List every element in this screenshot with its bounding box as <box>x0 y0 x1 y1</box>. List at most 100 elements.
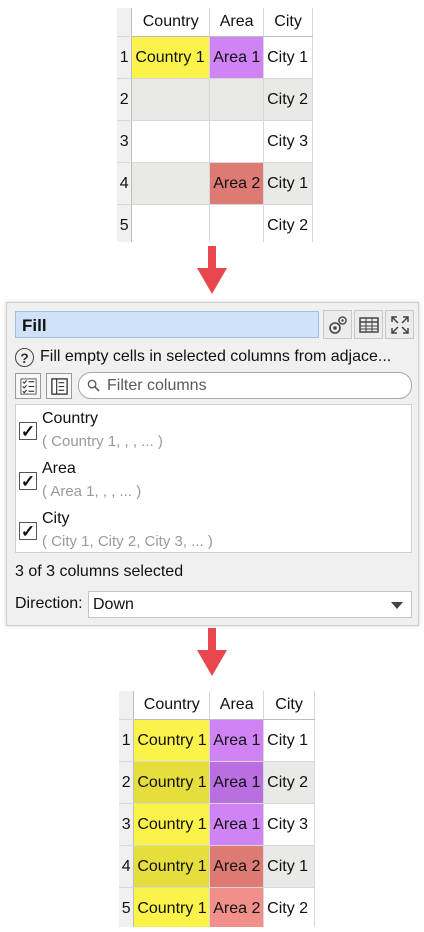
fill-dialog: Fill ? Fill empty cells in selected colu… <box>6 302 419 626</box>
column-header-area[interactable]: Area <box>209 8 265 37</box>
row-number[interactable]: 1 <box>119 719 135 762</box>
table-row: 1 Country 1 Area 1 City 1 <box>119 719 315 762</box>
cell-city[interactable]: City 1 <box>263 845 315 888</box>
row-number[interactable]: 5 <box>117 204 133 242</box>
arrow-down-icon <box>197 628 227 678</box>
cell-country[interactable] <box>131 162 211 205</box>
row-number[interactable]: 2 <box>117 78 133 121</box>
row-number[interactable]: 4 <box>119 845 135 888</box>
cell-city[interactable]: City 1 <box>263 36 313 79</box>
cell-area[interactable]: Area 2 <box>209 845 265 888</box>
direction-value: Down <box>93 596 134 613</box>
before-grid: Country Area City 1 Country 1 Area 1 Cit… <box>117 8 313 242</box>
corner-cell <box>117 8 133 37</box>
cell-city[interactable]: City 3 <box>263 120 313 163</box>
gears-icon <box>328 315 347 334</box>
cell-country[interactable]: Country 1 <box>133 845 211 888</box>
invert-selection-button[interactable] <box>46 373 72 399</box>
column-header-city[interactable]: City <box>263 8 313 37</box>
table-row: 2 City 2 <box>117 78 313 121</box>
cell-city[interactable]: City 2 <box>263 887 315 927</box>
column-header-country[interactable]: Country <box>133 691 211 720</box>
cell-area[interactable]: Area 1 <box>209 803 265 846</box>
row-number[interactable]: 4 <box>117 162 133 205</box>
cell-city[interactable]: City 1 <box>263 719 315 762</box>
column-sample: ( Country 1, , , ... ) <box>42 433 163 450</box>
column-header-area[interactable]: Area <box>209 691 265 720</box>
header-row: Country Area City <box>119 691 315 720</box>
row-number[interactable]: 3 <box>119 803 135 846</box>
cell-country[interactable]: Country 1 <box>133 803 211 846</box>
cell-area[interactable]: Area 1 <box>209 36 265 79</box>
table-row: 4 Country 1 Area 2 City 1 <box>119 845 315 888</box>
chevron-down-icon <box>391 602 403 609</box>
cell-city[interactable]: City 2 <box>263 204 313 242</box>
table-row: 5 City 2 <box>117 204 313 242</box>
column-name: Area <box>42 460 76 477</box>
table-row: 1 Country 1 Area 1 City 1 <box>117 36 313 79</box>
column-list: ✓ Country ( Country 1, , , ... ) ✓ Area … <box>15 404 412 553</box>
cell-country[interactable]: Country 1 <box>133 887 211 927</box>
row-number[interactable]: 5 <box>119 887 135 927</box>
cell-area[interactable]: Area 1 <box>209 761 265 804</box>
table-row: 3 Country 1 Area 1 City 3 <box>119 803 315 846</box>
filter-columns-input[interactable] <box>105 375 389 396</box>
after-table: Country Area City 1 Country 1 Area 1 Cit… <box>119 691 315 927</box>
list-item-country[interactable]: ✓ Country ( Country 1, , , ... ) <box>16 407 411 453</box>
cell-area[interactable] <box>209 120 265 163</box>
list-item-city[interactable]: ✓ City ( City 1, City 2, City 3, ... ) <box>16 507 411 553</box>
options-button[interactable] <box>323 310 352 339</box>
row-number[interactable]: 3 <box>117 120 133 163</box>
list-item-area[interactable]: ✓ Area ( Area 1, , , ... ) <box>16 457 411 503</box>
cell-area[interactable]: Area 1 <box>209 719 265 762</box>
cell-country[interactable] <box>131 120 211 163</box>
column-header-city[interactable]: City <box>263 691 315 720</box>
show-table-button[interactable] <box>354 310 383 339</box>
check-all-icon <box>19 377 37 395</box>
checkbox-area[interactable]: ✓ <box>19 472 37 490</box>
expand-icon <box>390 315 409 334</box>
maximize-button[interactable] <box>385 310 414 339</box>
before-table: Country Area City 1 Country 1 Area 1 Cit… <box>117 8 313 242</box>
arrow-down-icon <box>197 246 227 296</box>
selection-status: 3 of 3 columns selected <box>15 563 184 580</box>
row-number[interactable]: 2 <box>119 761 135 804</box>
filter-columns-box <box>78 372 412 399</box>
cell-country[interactable]: Country 1 <box>133 761 211 804</box>
direction-label: Direction: <box>15 595 83 612</box>
description-row: ? Fill empty cells in selected columns f… <box>15 346 391 368</box>
column-sample: ( City 1, City 2, City 3, ... ) <box>42 533 213 550</box>
search-icon <box>87 379 100 392</box>
checkbox-country[interactable]: ✓ <box>19 422 37 440</box>
cell-area[interactable]: Area 2 <box>209 887 265 927</box>
table-row: 4 Area 2 City 1 <box>117 162 313 205</box>
direction-select[interactable]: Down <box>88 591 412 618</box>
row-number[interactable]: 1 <box>117 36 133 79</box>
header-row: Country Area City <box>117 8 313 37</box>
table-row: 2 Country 1 Area 1 City 2 <box>119 761 315 804</box>
cell-city[interactable]: City 3 <box>263 803 315 846</box>
cell-country[interactable]: Country 1 <box>133 719 211 762</box>
checkbox-city[interactable]: ✓ <box>19 522 37 540</box>
cell-area[interactable] <box>209 78 265 121</box>
check-all-button[interactable] <box>15 373 41 399</box>
cell-city[interactable]: City 1 <box>263 162 313 205</box>
corner-cell <box>119 691 135 720</box>
cell-city[interactable]: City 2 <box>263 761 315 804</box>
cell-city[interactable]: City 2 <box>263 78 313 121</box>
table-icon <box>358 316 379 333</box>
after-grid: Country Area City 1 Country 1 Area 1 Cit… <box>119 691 315 927</box>
transform-title-field[interactable]: Fill <box>15 311 319 338</box>
column-header-country[interactable]: Country <box>131 8 211 37</box>
transform-description: Fill empty cells in selected columns fro… <box>40 348 392 365</box>
help-icon[interactable]: ? <box>15 347 34 367</box>
cell-area[interactable]: Area 2 <box>209 162 265 205</box>
cell-country[interactable] <box>131 204 211 242</box>
cell-country[interactable] <box>131 78 211 121</box>
invert-selection-icon <box>50 377 68 395</box>
table-row: 5 Country 1 Area 2 City 2 <box>119 887 315 927</box>
column-name: City <box>42 510 70 527</box>
cell-area[interactable] <box>209 204 265 242</box>
cell-country[interactable]: Country 1 <box>131 36 211 79</box>
column-name: Country <box>42 410 99 427</box>
